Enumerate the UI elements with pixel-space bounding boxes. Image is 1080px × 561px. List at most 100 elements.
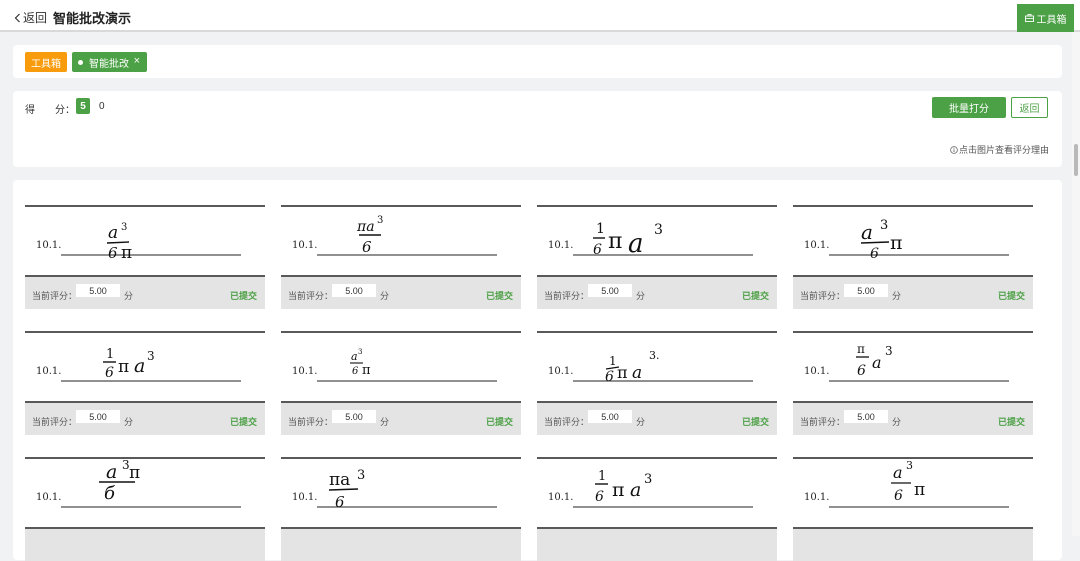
svg-text:6: 6 — [595, 489, 604, 505]
scrollbar-thumb[interactable] — [1074, 144, 1078, 176]
scrollbar-track[interactable] — [1072, 32, 1080, 536]
svg-text:π: π — [617, 363, 628, 382]
svg-text:3: 3 — [358, 348, 362, 356]
answer-image[interactable]: 10.1. πa 3 6 — [281, 453, 521, 529]
score-input[interactable] — [76, 284, 120, 297]
score-badge[interactable]: 5 — [76, 98, 90, 114]
hint-text: 点击图片查看评分理由 — [950, 143, 1049, 156]
answer-card[interactable]: 10.1. 1 6πa3 当前评分： 分 已提交 — [25, 327, 265, 435]
score-unit: 分 — [892, 417, 902, 427]
svg-text:a: a — [351, 350, 358, 363]
answer-card[interactable]: 10.1. πa 3 6 — [281, 453, 521, 561]
answer-card[interactable]: 10.1.a36π当前评分：分已提交 — [793, 201, 1033, 309]
score-input[interactable] — [588, 284, 632, 297]
handwriting: 1 6 π a 3 — [593, 221, 663, 259]
question-label: 10.1. — [548, 366, 573, 377]
status-badge: 已提交 — [229, 291, 257, 301]
current-score-label: 当前评分： — [800, 417, 846, 427]
question-label: 10.1. — [804, 492, 829, 503]
answer-card[interactable]: 10.1.a36π当前评分：分已提交 — [25, 201, 265, 309]
toolbox-label: 工具箱 — [1036, 14, 1067, 26]
svg-text:б: б — [104, 483, 116, 504]
svg-text:π: π — [608, 229, 622, 254]
svg-text:6: 6 — [605, 369, 614, 385]
svg-text:6: 6 — [108, 244, 118, 262]
score-panel: 得分： 5 0 批量打分 返回 点击图片查看评分理由 — [13, 91, 1062, 167]
svg-text:6: 6 — [894, 488, 903, 504]
score-input[interactable] — [76, 410, 120, 423]
svg-text:πa: πa — [329, 470, 350, 490]
back-link[interactable]: 返回 — [14, 9, 47, 26]
answer-image[interactable]: 10.1. a 3 6 π — [25, 201, 265, 277]
svg-text:3.: 3. — [649, 349, 660, 362]
svg-text:6: 6 — [362, 238, 372, 256]
close-icon[interactable]: × — [134, 55, 140, 67]
tab-toolbox[interactable]: 工具箱 — [25, 52, 67, 72]
svg-text:a: a — [893, 463, 903, 482]
answer-image[interactable]: 10.1. πa 3 6 — [281, 201, 521, 277]
score-input[interactable] — [332, 284, 376, 297]
answer-image[interactable]: 10.1. π 6 a 3 — [793, 327, 1033, 403]
svg-text:3: 3 — [377, 215, 383, 226]
question-label: 10.1. — [36, 492, 61, 503]
answer-card[interactable]: 10.1. a 3 π б — [25, 453, 265, 561]
answer-card[interactable]: 10.1. 1 6 π a 3 — [537, 453, 777, 561]
handwriting: πa 36 — [328, 468, 365, 511]
svg-text:1: 1 — [598, 469, 606, 484]
score-unit: 分 — [892, 291, 902, 301]
svg-text:1: 1 — [106, 347, 114, 362]
score-unit: 分 — [124, 291, 134, 301]
svg-text:6: 6 — [870, 246, 879, 262]
question-label: 10.1. — [292, 366, 317, 377]
svg-text:a: a — [106, 461, 117, 483]
return-button[interactable]: 返回 — [1011, 97, 1048, 118]
answer-card[interactable]: 10.1. 1 6πa3 当前评分： 分 已提交 — [537, 201, 777, 309]
svg-text:6: 6 — [593, 242, 602, 258]
current-score-label: 当前评分： — [544, 417, 590, 427]
status-badge: 已提交 — [997, 417, 1025, 427]
toolbox-icon — [1024, 14, 1034, 22]
answer-image[interactable]: 10.1. 1 6 π a 3. — [537, 327, 777, 403]
batch-score-button[interactable]: 批量打分 — [932, 97, 1006, 118]
svg-text:π: π — [121, 243, 132, 263]
score-bar: 当前评分： 分 已提交 — [25, 403, 265, 435]
question-label: 10.1. — [36, 240, 61, 251]
answer-card[interactable]: 10.1. π 6a3 当前评分： 分 已提交 — [793, 327, 1033, 435]
question-label: 10.1. — [36, 366, 61, 377]
handwriting: π 6 a3 — [856, 342, 893, 379]
current-score-label: 当前评分： — [288, 291, 334, 301]
answer-card[interactable]: 10.1.a36π当前评分：分已提交 — [281, 327, 521, 435]
score-input[interactable] — [332, 410, 376, 423]
svg-text:π: π — [118, 357, 129, 377]
answer-image[interactable]: 10.1. a 3 6 π — [793, 453, 1033, 529]
score-input[interactable] — [844, 410, 888, 423]
current-score-label: 当前评分： — [288, 417, 334, 427]
answer-image[interactable]: 10.1. a 3 6 π — [281, 327, 521, 403]
score-unit: 分 — [636, 417, 646, 427]
answer-image[interactable]: 10.1. 1 6 π a 3 — [25, 327, 265, 403]
answer-image[interactable]: 10.1. a 3 π б — [25, 453, 265, 529]
svg-text:1: 1 — [609, 354, 617, 368]
answer-image[interactable]: 10.1. 1 6 π a 3 — [537, 453, 777, 529]
score-input[interactable] — [588, 410, 632, 423]
status-badge: 已提交 — [741, 291, 769, 301]
svg-text:3: 3 — [147, 349, 155, 363]
tab-smart-grading-label: 智能批改 — [89, 58, 129, 70]
svg-text:a: a — [632, 363, 642, 383]
score-label: 得分： — [25, 105, 75, 116]
answer-image[interactable]: 10.1. 1 6 π a 3 — [537, 201, 777, 277]
answer-card[interactable]: 10.1. 16πa 3. 当前评分： 分 已提交 — [537, 327, 777, 435]
toolbox-button[interactable]: 工具箱 — [1017, 4, 1074, 32]
answer-card[interactable]: 10.1. a 3 6 π — [793, 453, 1033, 561]
current-score-label: 当前评分： — [800, 291, 846, 301]
tab-smart-grading[interactable]: 智能批改 × — [72, 52, 147, 72]
answer-card[interactable]: 10.1. πa3 6 当前评分： 分 已提交 — [281, 201, 521, 309]
score-zero[interactable]: 0 — [99, 101, 105, 112]
active-dot-icon — [78, 59, 83, 65]
answer-image[interactable]: 10.1. a 3 6 π — [793, 201, 1033, 277]
svg-text:3: 3 — [885, 344, 893, 358]
svg-text:6: 6 — [857, 363, 866, 379]
score-unit: 分 — [380, 417, 390, 427]
svg-text:a: a — [861, 220, 873, 244]
score-input[interactable] — [844, 284, 888, 297]
